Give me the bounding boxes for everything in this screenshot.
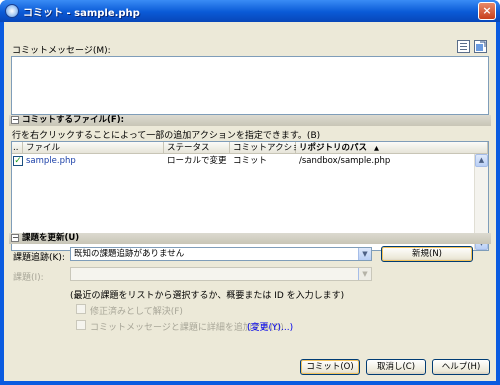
chevron-down-icon[interactable]: ▼ [358,268,371,280]
commit-message-label: コミットメッセージ(M): [12,46,111,56]
dialog-body: コミットメッセージ(M): − コミットするファイル(F): 行を右クリックするこ… [4,22,496,381]
sort-ascending-icon: ▲ [373,144,379,152]
column-header-repo-path[interactable]: リポジトリのパス ▲ [296,142,488,154]
issue-tracker-select[interactable]: 既知の課題追跡がありません ▼ [70,247,372,261]
files-section-toggle[interactable]: − [11,116,19,124]
column-header-repo-path-label: リポジトリのパス [299,143,368,153]
column-header-select[interactable]: .. [12,142,23,154]
issue-label: 課題(I): [13,273,44,283]
resolve-checkbox[interactable] [76,304,86,314]
issue-info-text: (最近の課題をリストから選択するか、概要または ID を入力します) [70,291,345,301]
row-checkbox[interactable]: ✓ [13,156,23,166]
table-row[interactable]: ✓ sample.php ローカルで変更 コミット /sandbox/sampl… [12,155,475,168]
commit-message-input[interactable] [11,56,489,115]
scroll-up-button[interactable]: ▲ [475,154,488,167]
column-header-status[interactable]: ステータス [164,142,230,154]
change-link[interactable]: (変更(Y)...) [247,320,293,333]
row-commit-action[interactable]: コミット [230,155,267,168]
resolve-label: 修正済みとして解決(F) [90,307,183,317]
issue-section-title: 課題を更新(U) [22,233,80,243]
row-status: ローカルで変更 [167,156,227,166]
files-section-title: コミットするファイル(F): [22,115,124,125]
add-details-checkbox[interactable] [76,320,86,330]
close-button[interactable]: × [478,2,496,20]
title-bar[interactable]: コミット - sample.php × [0,0,500,22]
issue-tracker-label: 課題追跡(K): [13,253,65,263]
new-issue-tracker-button[interactable]: 新規(N) [381,246,473,262]
issue-section-toggle[interactable]: − [11,234,19,242]
app-icon [5,4,19,18]
column-header-commit-action[interactable]: コミットアクション [230,142,309,154]
row-repo-path: /sandbox/sample.php [299,156,391,166]
issue-select[interactable]: ▼ [70,267,372,281]
row-file-name: sample.php [26,156,76,166]
window-title: コミット - sample.php [23,8,140,19]
help-button[interactable]: ヘルプ(H) [432,359,490,375]
files-section-header[interactable]: − コミットするファイル(F): [9,115,491,126]
commit-dialog: コミット - sample.php × コミットメッセージ(M): − コミットす… [0,0,500,385]
files-hint: 行を右クリックすることによって一部の追加アクションを指定できます。(B) [12,131,321,141]
issue-tracker-value: 既知の課題追跡がありません [74,249,185,259]
chevron-down-icon[interactable]: ▼ [358,248,371,260]
message-history-icon[interactable] [474,40,487,53]
message-template-icon[interactable] [457,40,470,53]
commit-button[interactable]: コミット(O) [300,359,360,375]
column-header-file[interactable]: ファイル [23,142,164,154]
cancel-button[interactable]: 取消し(C) [366,359,426,375]
issue-section-header[interactable]: − 課題を更新(U) [9,233,491,244]
